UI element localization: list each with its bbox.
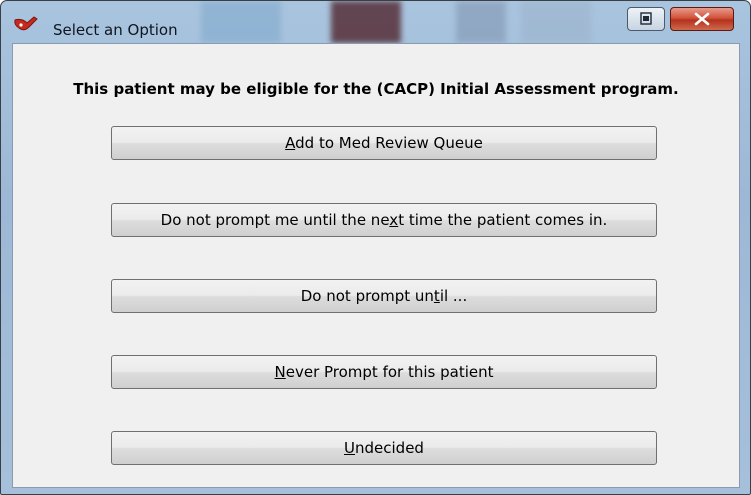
window-title: Select an Option bbox=[53, 21, 178, 39]
glass-artifact bbox=[521, 1, 591, 43]
close-button[interactable] bbox=[670, 7, 734, 31]
title-bar[interactable]: Select an Option bbox=[1, 1, 750, 43]
do-not-prompt-until-button[interactable]: Do not prompt until ... bbox=[111, 279, 657, 313]
restore-icon bbox=[640, 12, 652, 25]
add-to-med-review-queue-button[interactable]: Add to Med Review Queue bbox=[111, 126, 657, 160]
button-label: Do not prompt until ... bbox=[300, 287, 468, 305]
access-key: x bbox=[389, 211, 399, 229]
button-label: Add to Med Review Queue bbox=[285, 134, 483, 152]
button-label: Never Prompt for this patient bbox=[274, 363, 494, 381]
access-key: A bbox=[285, 134, 296, 152]
window-frame bbox=[1, 43, 12, 494]
glass-artifact bbox=[201, 1, 281, 43]
close-icon bbox=[694, 12, 710, 26]
dialog-body: This patient may be eligible for the (CA… bbox=[12, 43, 740, 488]
dialog-window: Select an Option This patient may be eli… bbox=[0, 0, 751, 495]
undecided-button[interactable]: Undecided bbox=[111, 431, 657, 465]
glass-artifact bbox=[331, 1, 401, 43]
app-logo-icon[interactable] bbox=[13, 16, 43, 34]
button-label: Do not prompt me until the next time the… bbox=[160, 211, 608, 229]
button-label: Undecided bbox=[344, 439, 424, 457]
access-key: N bbox=[274, 363, 286, 381]
prompt-next-visit-button[interactable]: Do not prompt me until the next time the… bbox=[111, 203, 657, 237]
access-key: U bbox=[344, 439, 356, 457]
never-prompt-button[interactable]: Never Prompt for this patient bbox=[111, 355, 657, 389]
prompt-text: This patient may be eligible for the (CA… bbox=[73, 80, 679, 98]
glass-artifact bbox=[456, 1, 506, 43]
restore-button[interactable] bbox=[627, 7, 665, 31]
